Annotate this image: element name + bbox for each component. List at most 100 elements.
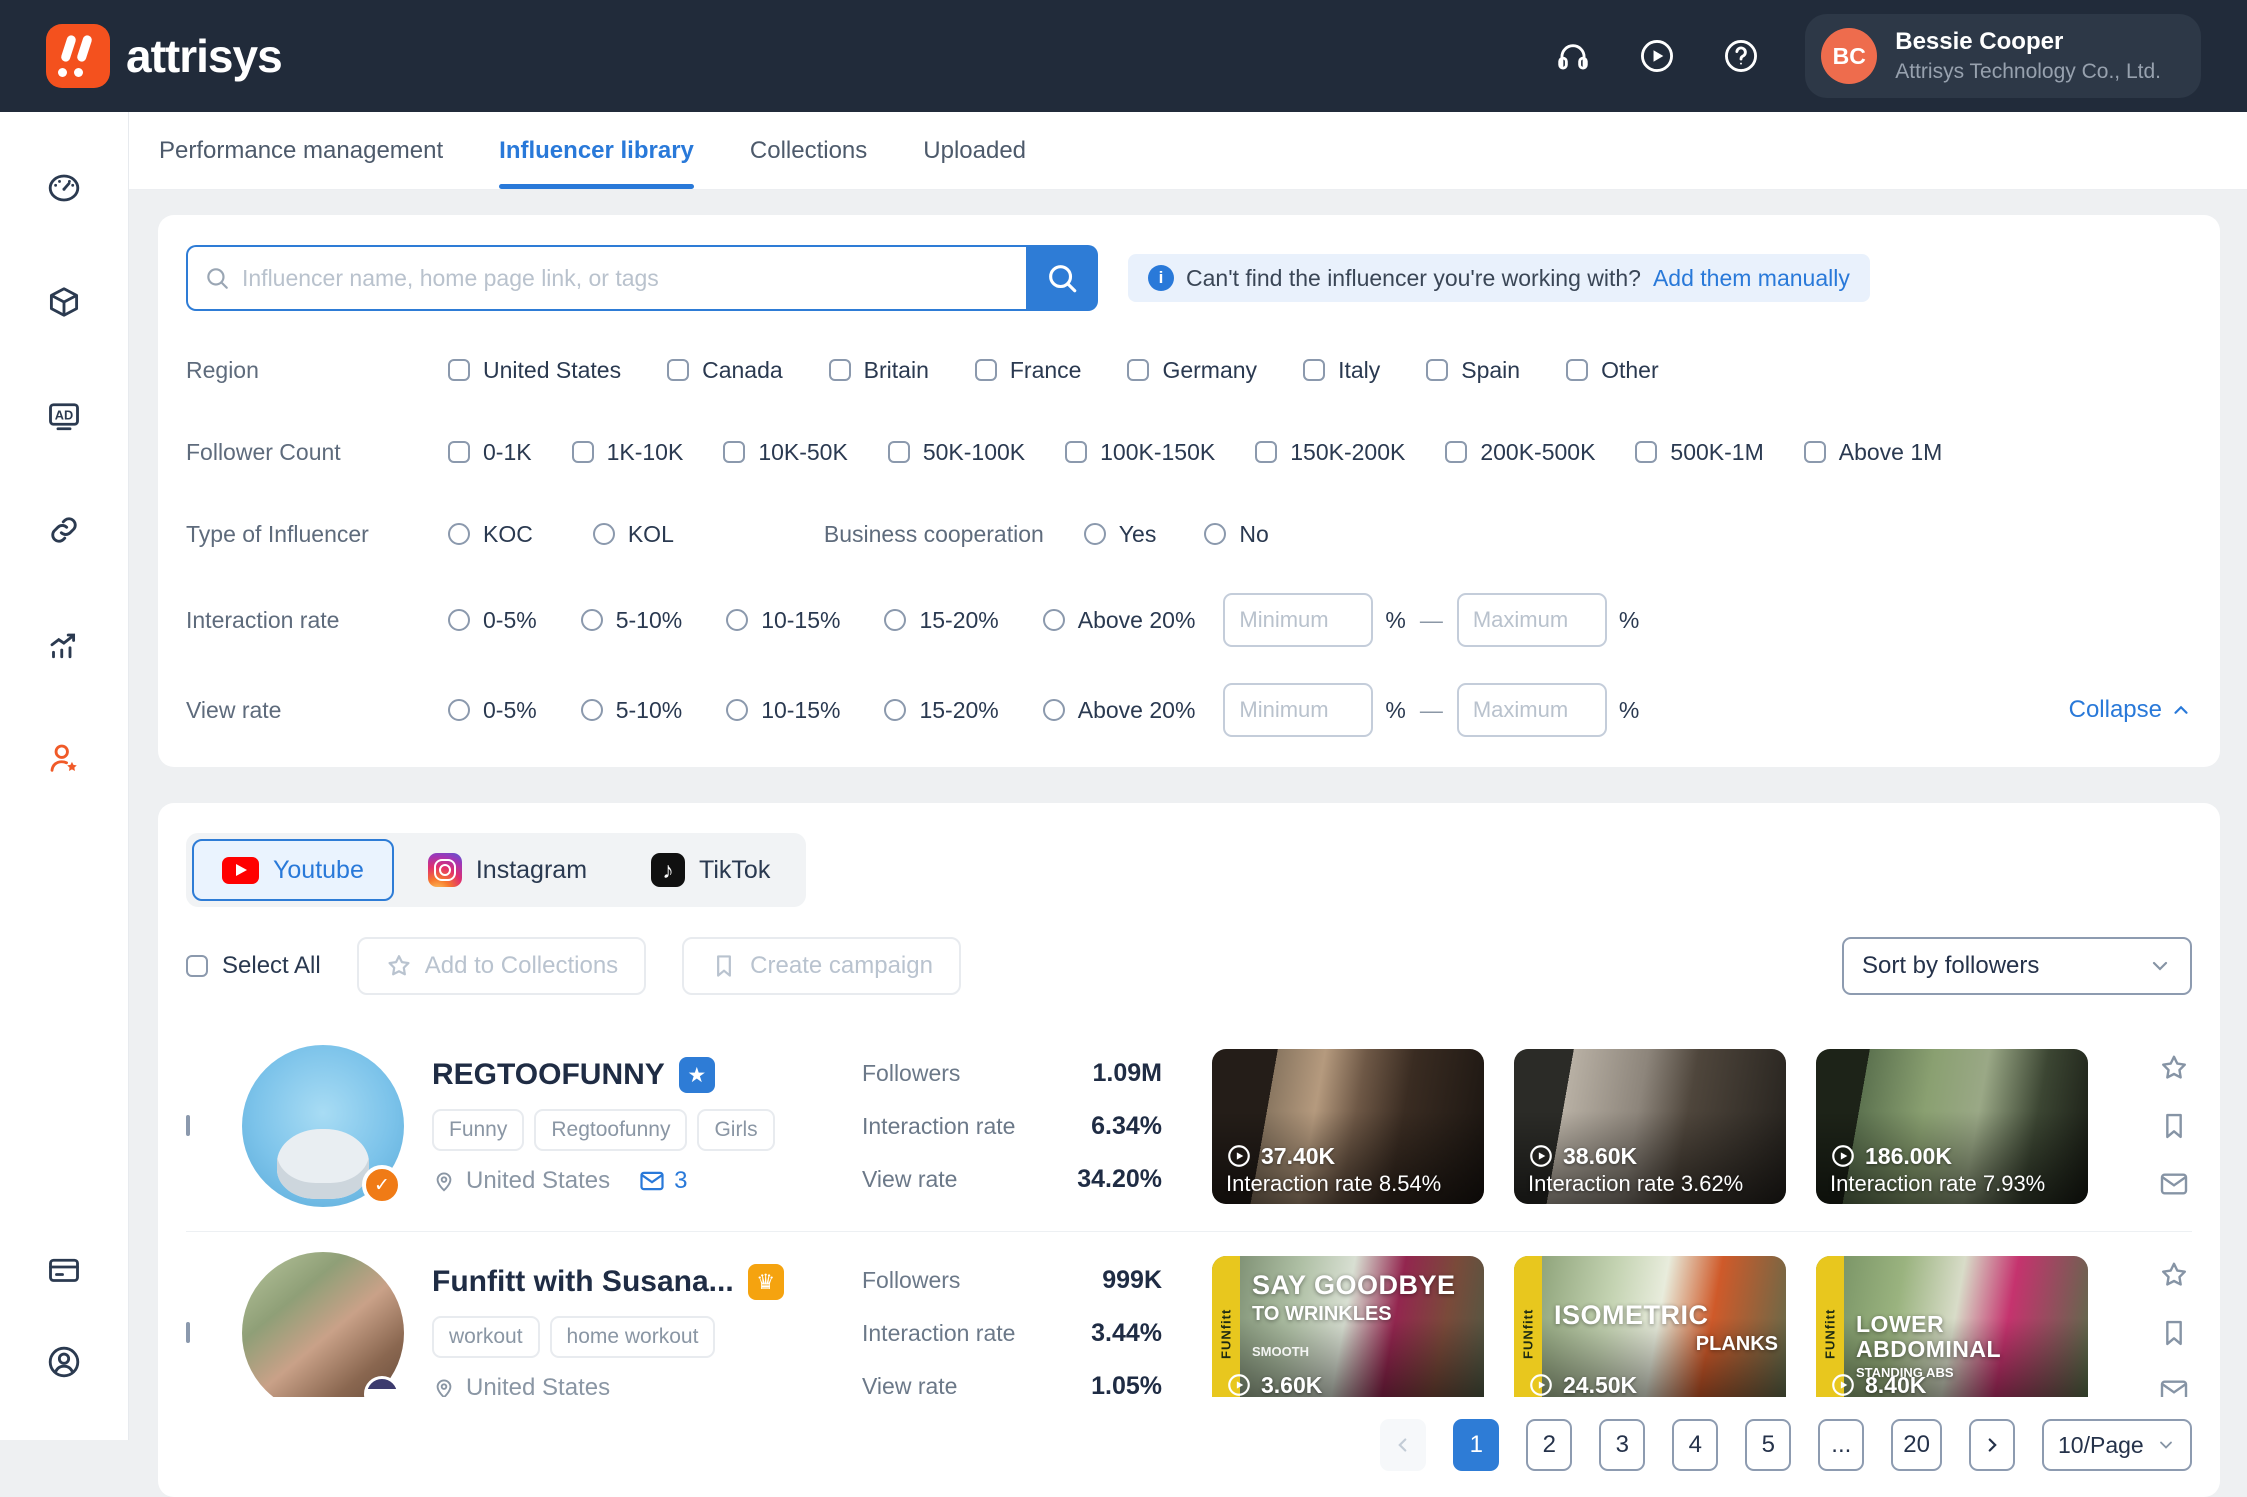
influencer-type-radio[interactable]: KOL [593, 521, 674, 548]
headphones-icon[interactable] [1553, 36, 1593, 76]
view-rate-radio[interactable]: 15-20% [884, 697, 998, 724]
page-size-select[interactable]: 10/Page [2042, 1419, 2192, 1471]
influencer-type-radio[interactable]: KOC [448, 521, 533, 548]
sidebar-item-ads-icon[interactable]: AD [46, 398, 82, 434]
platform-tab-tiktok[interactable]: ♪ TikTok [621, 839, 800, 901]
sidebar-item-dashboard-icon[interactable] [46, 170, 82, 206]
bookmark-icon[interactable] [2158, 1317, 2190, 1349]
influencer-name[interactable]: Funfitt with Susana... [432, 1265, 734, 1299]
sidebar: AD [0, 112, 129, 1440]
sort-dropdown[interactable]: Sort by followers [1842, 937, 2192, 995]
region-checkbox-option[interactable]: Other [1566, 357, 1659, 384]
messages-button[interactable]: 3 [638, 1167, 687, 1195]
add-manually-link[interactable]: Add them manually [1653, 265, 1850, 292]
search-input[interactable] [186, 245, 1026, 311]
play-circle-icon[interactable] [1637, 36, 1677, 76]
user-menu[interactable]: BC Bessie Cooper Attrisys Technology Co.… [1805, 14, 2201, 98]
interaction-rate-radio[interactable]: 15-20% [884, 607, 998, 634]
influencer-tag: Funny [432, 1109, 524, 1151]
sidebar-item-analytics-icon[interactable] [46, 626, 82, 662]
business-cooperation-radio[interactable]: No [1204, 521, 1268, 548]
view-min-input[interactable] [1223, 683, 1373, 737]
pagination-page-button[interactable]: 2 [1526, 1419, 1572, 1471]
follower-checkbox-option[interactable]: 100K-150K [1065, 439, 1215, 466]
create-campaign-button[interactable]: Create campaign [682, 937, 961, 995]
row-checkbox[interactable] [186, 1322, 190, 1343]
search-button[interactable] [1026, 245, 1098, 311]
pagination-ellipsis-button[interactable]: ... [1818, 1419, 1864, 1471]
region-checkbox-option[interactable]: Italy [1303, 357, 1380, 384]
influencer-name[interactable]: REGTOOFUNNY [432, 1058, 665, 1092]
influencer-avatar[interactable] [242, 1252, 404, 1397]
view-rate-radio[interactable]: 0-5% [448, 697, 537, 724]
region-checkbox-option[interactable]: Canada [667, 357, 783, 384]
pagination-page-button[interactable]: 4 [1672, 1419, 1718, 1471]
video-thumbnail[interactable]: FUNfitt LOWER ABDOMINALSTANDING ABS 8.40… [1816, 1256, 2088, 1398]
select-all-checkbox[interactable]: Select All [186, 952, 321, 980]
region-checkbox-option[interactable]: United States [448, 357, 621, 384]
mail-icon[interactable] [2158, 1375, 2190, 1397]
tab-performance-management[interactable]: Performance management [159, 112, 443, 189]
influencer-avatar[interactable] [242, 1045, 404, 1207]
play-icon [1830, 1372, 1856, 1397]
follower-checkbox-option[interactable]: 500K-1M [1635, 439, 1763, 466]
tab-uploaded[interactable]: Uploaded [923, 112, 1026, 189]
pagination-prev-button[interactable] [1380, 1419, 1426, 1471]
follower-checkbox-option[interactable]: 1K-10K [572, 439, 684, 466]
follower-checkbox-option[interactable]: 150K-200K [1255, 439, 1405, 466]
follower-checkbox-option[interactable]: Above 1M [1804, 439, 1943, 466]
view-rate-radio[interactable]: Above 20% [1043, 697, 1196, 724]
region-checkbox-option[interactable]: Britain [829, 357, 929, 384]
video-thumbnail[interactable]: FUNfitt ISOMETRICPLANKS 24.50K [1514, 1256, 1786, 1398]
pagination-page-button[interactable]: 20 [1891, 1419, 1942, 1471]
sidebar-item-billing-icon[interactable] [46, 1252, 82, 1288]
interaction-min-input[interactable] [1223, 593, 1373, 647]
video-thumbnail[interactable]: 38.60K Interaction rate 3.62% [1514, 1049, 1786, 1204]
interaction-rate-radio[interactable]: 0-5% [448, 607, 537, 634]
platform-tab-youtube[interactable]: Youtube [192, 839, 394, 901]
favorite-star-icon[interactable] [2158, 1052, 2190, 1084]
interaction-rate-radio[interactable]: Above 20% [1043, 607, 1196, 634]
business-cooperation-radio[interactable]: Yes [1084, 521, 1157, 548]
view-rate-radio[interactable]: 5-10% [581, 697, 682, 724]
bookmark-icon [710, 952, 738, 980]
app-logo[interactable]: attrisys [46, 24, 282, 88]
user-name: Bessie Cooper [1895, 28, 2161, 56]
region-checkbox-option[interactable]: France [975, 357, 1082, 384]
pagination-page-button[interactable]: 1 [1453, 1419, 1499, 1471]
follower-checkbox-option[interactable]: 200K-500K [1445, 439, 1595, 466]
follower-checkbox-option[interactable]: 50K-100K [888, 439, 1025, 466]
tab-collections[interactable]: Collections [750, 112, 867, 189]
interaction-max-input[interactable] [1457, 593, 1607, 647]
pagination-page-button[interactable]: 3 [1599, 1419, 1645, 1471]
interaction-rate-radio[interactable]: 10-15% [726, 607, 840, 634]
mail-icon[interactable] [2158, 1168, 2190, 1200]
sidebar-item-products-icon[interactable] [46, 284, 82, 320]
sidebar-item-links-icon[interactable] [46, 512, 82, 548]
video-thumbnail[interactable]: FUNfitt SAY GOODBYETO WRINKLES SMOOTH 3.… [1212, 1256, 1484, 1398]
pagination-page-button[interactable]: 5 [1745, 1419, 1791, 1471]
platform-tab-instagram[interactable]: Instagram [398, 839, 617, 901]
sidebar-item-account-icon[interactable] [46, 1344, 82, 1380]
tab-influencer-library[interactable]: Influencer library [499, 112, 694, 189]
interaction-rate-radio[interactable]: 5-10% [581, 607, 682, 634]
region-checkbox-option[interactable]: Spain [1426, 357, 1520, 384]
row-checkbox[interactable] [186, 1115, 190, 1136]
influencer-tag: Regtoofunny [534, 1109, 687, 1151]
add-to-collections-button[interactable]: Add to Collections [357, 937, 646, 995]
collapse-filters-button[interactable]: Collapse [2069, 696, 2192, 724]
video-thumbnail[interactable]: 186.00K Interaction rate 7.93% [1816, 1049, 2088, 1204]
video-thumbnail[interactable]: 37.40K Interaction rate 8.54% [1212, 1049, 1484, 1204]
view-rate-radio[interactable]: 10-15% [726, 697, 840, 724]
results-toolbar: Select All Add to Collections Create cam… [186, 937, 2192, 995]
sidebar-item-influencers-icon[interactable] [46, 740, 82, 776]
help-icon[interactable] [1721, 36, 1761, 76]
bookmark-icon[interactable] [2158, 1110, 2190, 1142]
pagination-next-button[interactable] [1969, 1419, 2015, 1471]
follower-checkbox-option[interactable]: 10K-50K [723, 439, 848, 466]
view-max-input[interactable] [1457, 683, 1607, 737]
follower-checkbox-option[interactable]: 0-1K [448, 439, 532, 466]
influencer-list: REGTOOFUNNY FunnyRegtoofunnyGirls United… [186, 1025, 2192, 1397]
favorite-star-icon[interactable] [2158, 1259, 2190, 1291]
region-checkbox-option[interactable]: Germany [1127, 357, 1257, 384]
